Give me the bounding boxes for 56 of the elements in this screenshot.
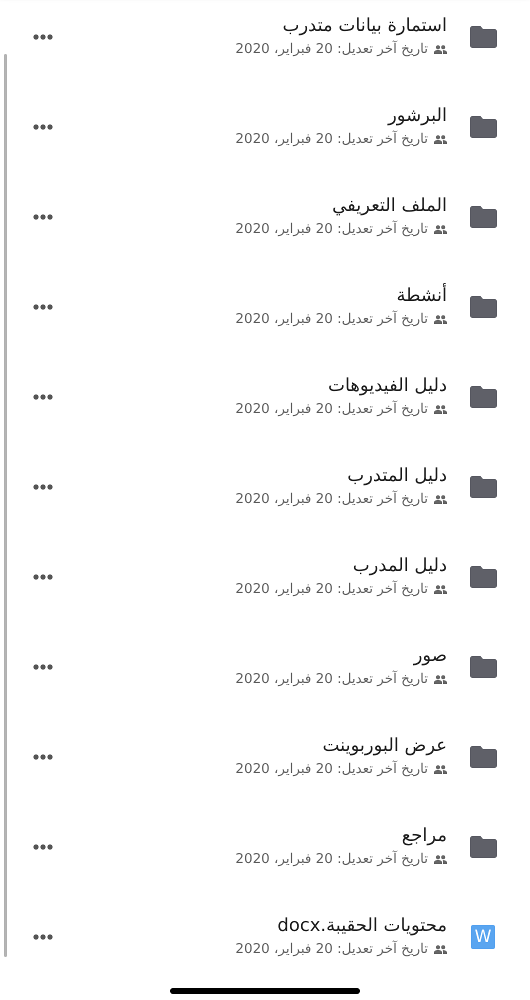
file-name: دليل المدرب <box>352 555 447 576</box>
modified-date: تاريخ آخر تعديل: 20 فبراير، 2020 <box>235 131 428 147</box>
shared-people-icon <box>434 494 447 504</box>
folder-icon <box>470 836 496 858</box>
scrollbar[interactable] <box>4 54 7 957</box>
modified-date: تاريخ آخر تعديل: 20 فبراير، 2020 <box>235 491 428 507</box>
file-name: عرض البوربوينت <box>322 735 447 756</box>
more-icon[interactable] <box>33 34 53 40</box>
file-name: البرشور <box>386 105 447 126</box>
more-icon[interactable] <box>33 124 53 130</box>
more-icon[interactable] <box>33 214 53 220</box>
folder-icon <box>470 116 496 138</box>
file-name: استمارة بيانات متدرب <box>282 15 447 36</box>
more-icon[interactable] <box>33 484 53 490</box>
file-name: مراجع <box>400 825 447 846</box>
folder-icon <box>470 386 496 408</box>
file-name: صور <box>412 645 447 666</box>
more-icon[interactable] <box>33 394 53 400</box>
shared-people-icon <box>434 764 447 774</box>
shared-people-icon <box>434 584 447 594</box>
shared-people-icon <box>434 224 447 234</box>
shared-people-icon <box>434 854 447 864</box>
shared-people-icon <box>434 944 447 954</box>
modified-date: تاريخ آخر تعديل: 20 فبراير، 2020 <box>235 221 428 237</box>
folder-icon <box>470 476 496 498</box>
folder-icon <box>470 746 496 768</box>
more-icon[interactable] <box>33 304 53 310</box>
shared-people-icon <box>434 674 447 684</box>
file-name: محتويات الحقيبة.docx <box>276 915 447 936</box>
modified-date: تاريخ آخر تعديل: 20 فبراير، 2020 <box>235 941 428 957</box>
modified-date: تاريخ آخر تعديل: 20 فبراير، 2020 <box>235 311 428 327</box>
file-name: الملف التعريفي <box>331 195 447 216</box>
shared-people-icon <box>434 404 447 414</box>
modified-date: تاريخ آخر تعديل: 20 فبراير، 2020 <box>235 851 428 867</box>
folder-icon <box>470 296 496 318</box>
folder-icon <box>470 206 496 228</box>
file-name: أنشطة <box>396 285 447 306</box>
folder-icon <box>470 566 496 588</box>
word-file-icon: W <box>471 925 495 949</box>
modified-date: تاريخ آخر تعديل: 20 فبراير، 2020 <box>235 671 428 687</box>
file-name: دليل الفيديوهات <box>327 375 447 396</box>
more-icon[interactable] <box>33 844 53 850</box>
more-icon[interactable] <box>33 754 53 760</box>
folder-icon <box>470 656 496 678</box>
more-icon[interactable] <box>33 664 53 670</box>
modified-date: تاريخ آخر تعديل: 20 فبراير، 2020 <box>235 581 428 597</box>
more-icon[interactable] <box>33 934 53 940</box>
shared-people-icon <box>434 134 447 144</box>
shared-people-icon <box>434 44 447 54</box>
modified-date: تاريخ آخر تعديل: 20 فبراير، 2020 <box>235 401 428 417</box>
shared-people-icon <box>434 314 447 324</box>
modified-date: تاريخ آخر تعديل: 20 فبراير، 2020 <box>235 761 428 777</box>
folder-icon <box>470 26 496 48</box>
modified-date: تاريخ آخر تعديل: 20 فبراير، 2020 <box>235 41 428 57</box>
file-name: دليل المتدرب <box>346 465 447 486</box>
more-icon[interactable] <box>33 574 53 580</box>
